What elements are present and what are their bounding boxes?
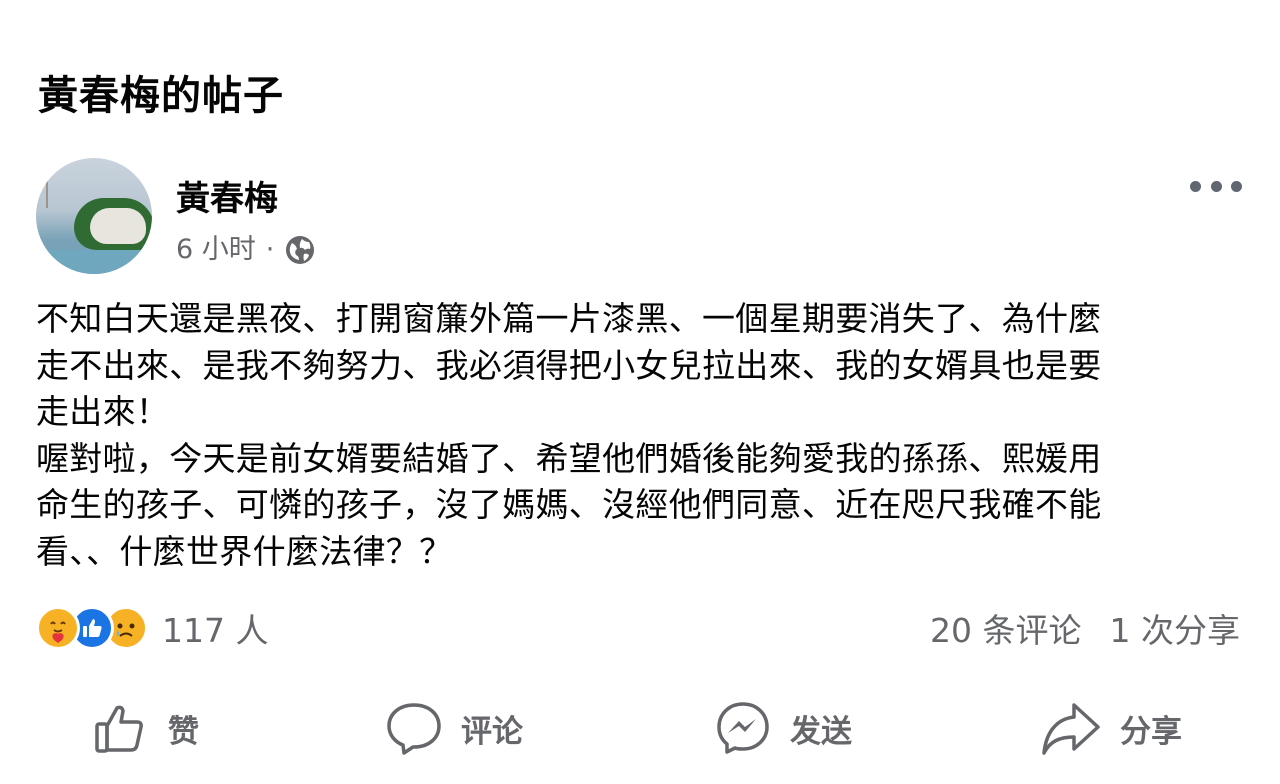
messenger-icon	[717, 702, 769, 754]
reaction-count: 117 人	[162, 611, 269, 650]
like-button[interactable]: 赞	[92, 690, 199, 766]
action-bar: 赞 评论 发送 分享	[0, 690, 1280, 766]
globe-icon	[284, 234, 316, 266]
share-count[interactable]: 1 次分享	[1110, 604, 1241, 652]
share-label: 分享	[1120, 713, 1182, 750]
post-page: 黃春梅的帖子 黃春梅 6 小时 · 不知白天還是黑夜、打開窗簾外篇一片漆黑、一個…	[0, 0, 1280, 784]
comment-count[interactable]: 20 条评论	[930, 604, 1081, 652]
care-icon	[36, 606, 80, 650]
more-dots-icon[interactable]	[1190, 176, 1242, 196]
comment-bubble-icon	[387, 703, 441, 755]
comment-label: 评论	[461, 713, 523, 750]
like-label: 赞	[168, 713, 199, 750]
post-time[interactable]: 6 小时	[176, 230, 256, 270]
send-label: 发送	[790, 713, 852, 750]
avatar[interactable]	[36, 158, 152, 274]
share-arrow-icon	[1042, 703, 1100, 755]
reactions-summary[interactable]: 117 人	[36, 604, 268, 652]
comment-button[interactable]: 评论	[385, 690, 523, 766]
post-paragraph: 喔對啦，今天是前女婿要結婚了、希望他們婚後能夠愛我的孫孫、熙媛用 命生的孩子、可…	[36, 438, 1102, 571]
thumbs-up-icon	[95, 705, 143, 753]
page-title: 黃春梅的帖子	[38, 73, 284, 119]
post-meta: 6 小时 ·	[176, 230, 316, 270]
send-button[interactable]: 发送	[714, 690, 852, 766]
meta-separator: ·	[265, 234, 275, 265]
author-name[interactable]: 黃春梅	[176, 176, 278, 222]
post-body: 不知白天還是黑夜、打開窗簾外篇一片漆黑、一個星期要消失了、為什麼 走不出來、是我…	[36, 296, 1248, 575]
share-button[interactable]: 分享	[1040, 690, 1182, 766]
post-stats: 20 条评论 1 次分享	[930, 604, 1240, 652]
post-paragraph: 不知白天還是黑夜、打開窗簾外篇一片漆黑、一個星期要消失了、為什麼 走不出來、是我…	[36, 299, 1102, 431]
